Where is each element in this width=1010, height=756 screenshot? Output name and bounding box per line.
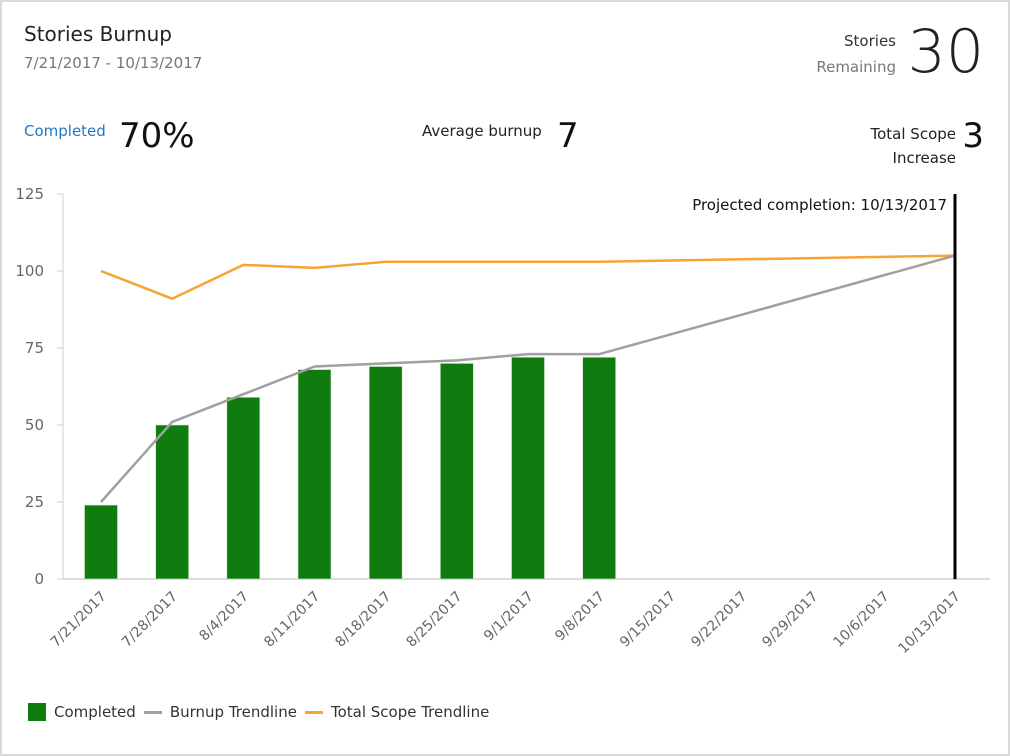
- x-tick-label: 9/15/2017: [617, 589, 679, 651]
- y-tick-label: 100: [15, 262, 44, 280]
- scope-increase-value: 3: [962, 116, 984, 156]
- completed-bar: [155, 424, 189, 580]
- completed-bar: [226, 396, 261, 580]
- average-burnup-label: Average burnup: [422, 122, 542, 140]
- stories-remaining-label: Stories Remaining: [816, 28, 896, 80]
- scope-increase-label: Total Scope Increase: [871, 122, 957, 170]
- legend-item-burnup-trendline[interactable]: Burnup Trendline: [143, 703, 297, 721]
- y-tick-label: 75: [25, 339, 44, 357]
- scope-increase-label-line2: Increase: [892, 149, 956, 167]
- completed-bar: [84, 504, 118, 580]
- legend-swatch-total-scope-trendline: [304, 710, 323, 714]
- burnup-chart: 0 25 50 75 100 125 7/21/2017 7/28/2017 8/4/2017…: [15, 185, 990, 657]
- x-tick-label: 7/28/2017: [119, 589, 181, 651]
- completed-bar: [440, 363, 474, 580]
- completed-bars: [84, 356, 616, 580]
- x-tick-label: 9/22/2017: [688, 589, 750, 651]
- x-tick-label: 10/6/2017: [831, 589, 893, 651]
- x-tick-label: 9/1/2017: [481, 589, 537, 645]
- x-tick-label: 8/18/2017: [332, 589, 394, 651]
- widget-title: Stories Burnup: [24, 22, 172, 46]
- x-tick-label: 8/11/2017: [261, 589, 323, 651]
- date-range: 7/21/2017 - 10/13/2017: [24, 54, 203, 72]
- legend-item-total-scope-trendline[interactable]: Total Scope Trendline: [304, 703, 490, 721]
- legend-label-completed: Completed: [54, 703, 136, 721]
- legend-label-total-scope-trendline: Total Scope Trendline: [330, 703, 490, 721]
- x-tick-label: 9/29/2017: [759, 589, 821, 651]
- legend-label-burnup-trendline: Burnup Trendline: [169, 703, 297, 721]
- x-tick-label: 10/13/2017: [895, 589, 963, 657]
- x-tick-label: 7/21/2017: [48, 589, 110, 651]
- legend-swatch-completed: [28, 703, 46, 721]
- y-tick-label: 0: [34, 570, 44, 588]
- projection-marker: Projected completion: 10/13/2017: [692, 194, 957, 579]
- x-axis: 7/21/2017 7/28/2017 8/4/2017 8/11/2017 8/18/…: [48, 578, 990, 657]
- completed-bar: [368, 366, 403, 580]
- legend-swatch-burnup-trendline: [143, 710, 162, 714]
- stories-remaining-label-line2: Remaining: [816, 58, 896, 76]
- chart-legend: Completed Burnup Trendline Total Scope T…: [28, 703, 497, 721]
- completed-bar: [582, 356, 616, 580]
- legend-item-completed[interactable]: Completed: [28, 703, 136, 721]
- stories-remaining-value: 30: [907, 17, 984, 87]
- completed-bar: [511, 356, 545, 580]
- x-tick-label: 8/25/2017: [404, 589, 466, 651]
- completed-metric-label[interactable]: Completed: [24, 122, 106, 140]
- x-tick-label: 9/8/2017: [552, 589, 608, 645]
- stories-remaining-label-line1: Stories: [844, 32, 896, 50]
- scope-increase-label-line1: Total Scope: [870, 125, 957, 143]
- completed-metric-value: 70%: [119, 116, 195, 156]
- y-axis: 0 25 50 75 100 125: [15, 185, 64, 588]
- y-tick-label: 25: [25, 493, 44, 511]
- x-tick-label: 8/4/2017: [196, 589, 252, 645]
- y-tick-label: 125: [15, 185, 44, 203]
- y-tick-label: 50: [25, 416, 44, 434]
- completed-bar: [297, 369, 332, 580]
- projected-completion-label: Projected completion: 10/13/2017: [692, 196, 947, 214]
- average-burnup-value: 7: [557, 116, 579, 156]
